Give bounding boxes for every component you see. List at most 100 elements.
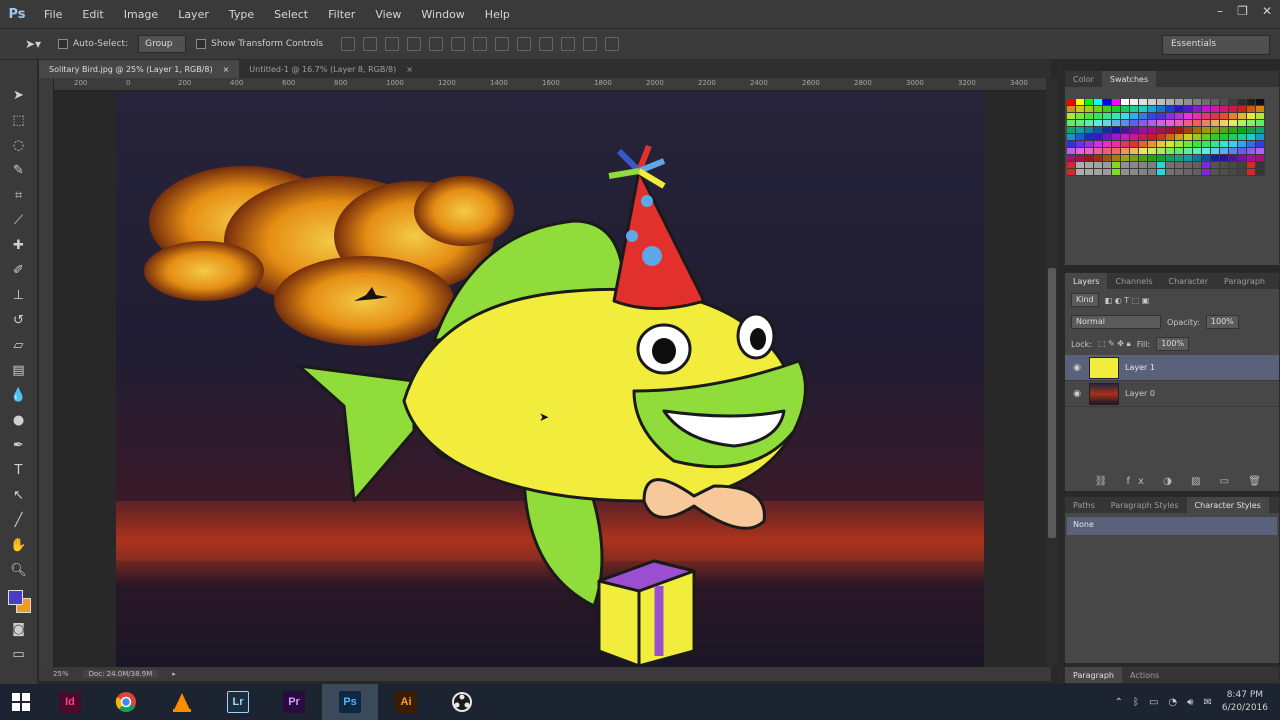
swatch[interactable] [1121, 169, 1130, 176]
tab-paragraph[interactable]: Paragraph [1216, 273, 1273, 289]
brush-tool-icon[interactable]: ✐ [7, 261, 31, 280]
swatch[interactable] [1175, 99, 1184, 106]
swatch[interactable] [1193, 134, 1202, 141]
move-tool-icon[interactable]: ➤ [7, 86, 31, 105]
swatch[interactable] [1238, 169, 1247, 176]
show-transform-checkbox[interactable]: Show Transform Controls [196, 39, 323, 49]
swatch[interactable] [1121, 134, 1130, 141]
pen-tool-icon[interactable]: ✒ [7, 436, 31, 455]
swatch[interactable] [1184, 155, 1193, 162]
menu-select[interactable]: Select [264, 8, 318, 21]
swatch[interactable] [1139, 113, 1148, 120]
swatch[interactable] [1157, 162, 1166, 169]
swatch[interactable] [1184, 162, 1193, 169]
swatch[interactable] [1211, 155, 1220, 162]
tab-channels[interactable]: Channels [1107, 273, 1160, 289]
swatch[interactable] [1256, 106, 1265, 113]
swatch[interactable] [1247, 155, 1256, 162]
style-item[interactable]: None [1067, 517, 1277, 535]
swatch[interactable] [1085, 106, 1094, 113]
swatch[interactable] [1076, 127, 1085, 134]
swatch[interactable] [1193, 106, 1202, 113]
swatch[interactable] [1076, 99, 1085, 106]
doc-size[interactable]: Doc: 24.0M/38.9M [82, 670, 159, 678]
swatch-grid[interactable] [1067, 99, 1269, 176]
swatch[interactable] [1157, 99, 1166, 106]
swatch[interactable] [1193, 120, 1202, 127]
swatch[interactable] [1238, 134, 1247, 141]
swatch[interactable] [1157, 127, 1166, 134]
swatch[interactable] [1238, 99, 1247, 106]
swatch[interactable] [1103, 120, 1112, 127]
display-icon[interactable]: ▭ [1149, 697, 1158, 708]
swatch[interactable] [1229, 169, 1238, 176]
swatch[interactable] [1256, 141, 1265, 148]
swatch[interactable] [1076, 155, 1085, 162]
menu-help[interactable]: Help [475, 8, 520, 21]
opacity-input[interactable]: 100% [1205, 315, 1239, 329]
layer-row-1[interactable]: ◉ Layer 1 [1065, 355, 1279, 381]
swatch[interactable] [1193, 127, 1202, 134]
swatch[interactable] [1121, 155, 1130, 162]
swatch[interactable] [1103, 169, 1112, 176]
tab-character[interactable]: Character [1161, 273, 1217, 289]
gradient-tool-icon[interactable]: ▤ [7, 361, 31, 380]
swatch[interactable] [1256, 148, 1265, 155]
swatch[interactable] [1076, 113, 1085, 120]
swatch[interactable] [1157, 113, 1166, 120]
swatch[interactable] [1211, 141, 1220, 148]
swatch[interactable] [1112, 134, 1121, 141]
swatch[interactable] [1094, 134, 1103, 141]
swatch[interactable] [1229, 141, 1238, 148]
swatch[interactable] [1184, 134, 1193, 141]
swatch[interactable] [1220, 120, 1229, 127]
swatch[interactable] [1220, 155, 1229, 162]
type-tool-icon[interactable]: T [7, 461, 31, 480]
swatch[interactable] [1067, 155, 1076, 162]
swatch[interactable] [1067, 113, 1076, 120]
fill-input[interactable]: 100% [1156, 337, 1190, 351]
swatch[interactable] [1067, 148, 1076, 155]
swatch[interactable] [1130, 99, 1139, 106]
notification-icon[interactable]: ✉ [1203, 697, 1211, 708]
swatch[interactable] [1247, 148, 1256, 155]
swatch[interactable] [1193, 113, 1202, 120]
swatch[interactable] [1085, 127, 1094, 134]
swatch[interactable] [1175, 141, 1184, 148]
swatch[interactable] [1085, 148, 1094, 155]
swatch[interactable] [1139, 141, 1148, 148]
swatch[interactable] [1175, 120, 1184, 127]
align-vcenter-icon[interactable] [363, 37, 378, 51]
tab-layers[interactable]: Layers [1065, 273, 1108, 289]
swatch[interactable] [1148, 148, 1157, 155]
swatch[interactable] [1067, 99, 1076, 106]
swatch[interactable] [1112, 120, 1121, 127]
taskbar-vlc[interactable] [154, 684, 210, 720]
swatch[interactable] [1085, 155, 1094, 162]
swatch[interactable] [1166, 162, 1175, 169]
swatch[interactable] [1202, 162, 1211, 169]
swatch[interactable] [1076, 162, 1085, 169]
swatch[interactable] [1130, 162, 1139, 169]
swatch[interactable] [1139, 127, 1148, 134]
swatch[interactable] [1094, 106, 1103, 113]
swatch[interactable] [1103, 99, 1112, 106]
swatch[interactable] [1148, 99, 1157, 106]
swatch[interactable] [1202, 155, 1211, 162]
swatch[interactable] [1157, 120, 1166, 127]
swatch[interactable] [1202, 113, 1211, 120]
filter-icons[interactable]: ◧ ◐ T ⬚ ▣ [1105, 296, 1150, 305]
tab-close-icon[interactable]: × [406, 65, 413, 74]
tray-chevron-icon[interactable]: ⌃ [1115, 697, 1123, 708]
taskbar-chrome[interactable] [98, 684, 154, 720]
swatch[interactable] [1211, 169, 1220, 176]
distribute-top-icon[interactable] [473, 37, 488, 51]
swatch[interactable] [1085, 141, 1094, 148]
swatch[interactable] [1193, 141, 1202, 148]
menu-file[interactable]: File [34, 8, 72, 21]
swatch[interactable] [1220, 169, 1229, 176]
swatch[interactable] [1103, 155, 1112, 162]
swatch[interactable] [1193, 155, 1202, 162]
swatch[interactable] [1166, 155, 1175, 162]
swatch[interactable] [1148, 106, 1157, 113]
